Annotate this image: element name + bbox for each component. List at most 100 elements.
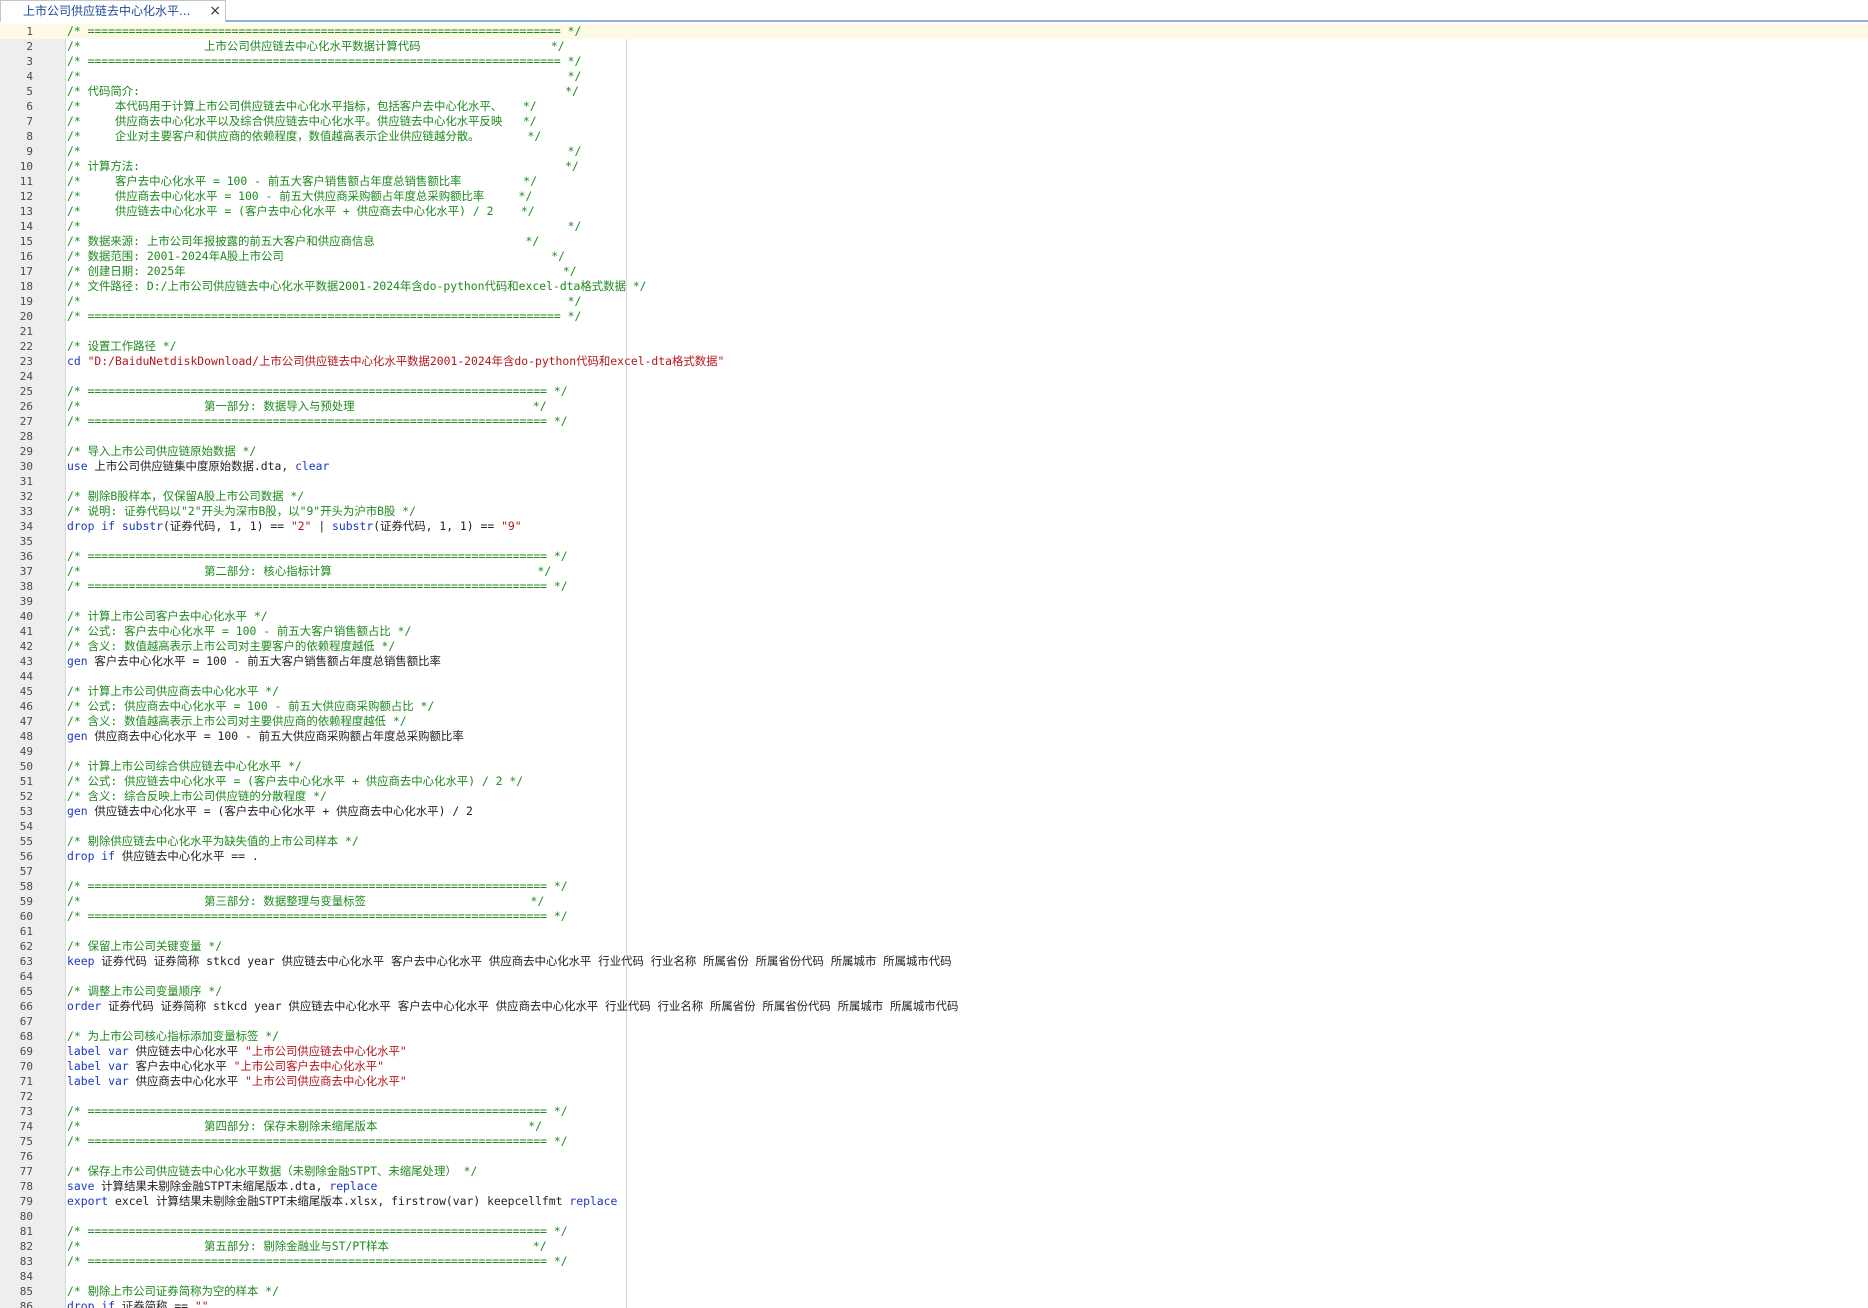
code-line[interactable]: 7 /* 供应商去中心化水平以及综合供应链去中心化水平。供应链去中心化水平反映 *… <box>0 114 1868 129</box>
code-line[interactable]: 44 <box>0 669 1868 684</box>
code-line[interactable]: 72 <box>0 1089 1868 1104</box>
line-code: /* 剔除供应链去中心化水平为缺失值的上市公司样本 */ <box>67 834 359 849</box>
code-line[interactable]: 52 /* 含义: 综合反映上市公司供应链的分散程度 */ <box>0 789 1868 804</box>
code-line[interactable]: 60 /* ===================================… <box>0 909 1868 924</box>
code-line[interactable]: 17 /* 创建日期: 2025年 */ <box>0 264 1868 279</box>
code-token: /* 供应链去中心化水平 = (客户去中心化水平 + 供应商去中心化水平) / … <box>67 204 535 218</box>
code-line[interactable]: 41 /* 公式: 客户去中心化水平 = 100 - 前五大客户销售额占比 */ <box>0 624 1868 639</box>
code-line[interactable]: 36 /* ===================================… <box>0 549 1868 564</box>
code-line[interactable]: 42 /* 含义: 数值越高表示上市公司对主要客户的依赖程度越低 */ <box>0 639 1868 654</box>
code-line[interactable]: 31 <box>0 474 1868 489</box>
code-line[interactable]: 81 /* ===================================… <box>0 1224 1868 1239</box>
code-line[interactable]: 8 /* 企业对主要客户和供应商的依赖程度，数值越高表示企业供应链越分散。 */ <box>0 129 1868 144</box>
code-line[interactable]: 55 /* 剔除供应链去中心化水平为缺失值的上市公司样本 */ <box>0 834 1868 849</box>
code-line[interactable]: 53 gen 供应链去中心化水平 = (客户去中心化水平 + 供应商去中心化水平)… <box>0 804 1868 819</box>
close-icon[interactable]: × <box>209 1 221 21</box>
code-line[interactable]: 19 /* */ <box>0 294 1868 309</box>
code-line[interactable]: 47 /* 含义: 数值越高表示上市公司对主要供应商的依赖程度越低 */ <box>0 714 1868 729</box>
code-line[interactable]: 63 keep 证券代码 证券简称 stkcd year 供应链去中心化水平 客户… <box>0 954 1868 969</box>
code-line[interactable]: 79 export excel 计算结果未剔除金融STPT未缩尾版本.xlsx, … <box>0 1194 1868 1209</box>
code-line[interactable]: 34 drop if substr(证券代码, 1, 1) == "2" | su… <box>0 519 1868 534</box>
code-line[interactable]: 80 <box>0 1209 1868 1224</box>
code-line[interactable]: 69 label var 供应链去中心化水平 "上市公司供应链去中心化水平" <box>0 1044 1868 1059</box>
code-line[interactable]: 68 /* 为上市公司核心指标添加变量标签 */ <box>0 1029 1868 1044</box>
code-line[interactable]: 16 /* 数据范围: 2001-2024年A股上市公司 */ <box>0 249 1868 264</box>
code-line[interactable]: 1 /* ====================================… <box>0 24 1868 39</box>
code-line[interactable]: 71 label var 供应商去中心化水平 "上市公司供应商去中心化水平" <box>0 1074 1868 1089</box>
line-number: 85 <box>19 1285 33 1298</box>
code-line[interactable]: 15 /* 数据来源: 上市公司年报披露的前五大客户和供应商信息 */ <box>0 234 1868 249</box>
code-line[interactable]: 28 <box>0 429 1868 444</box>
code-line[interactable]: 83 /* ===================================… <box>0 1254 1868 1269</box>
code-line[interactable]: 65 /* 调整上市公司变量顺序 */ <box>0 984 1868 999</box>
code-token: /* =====================================… <box>67 414 568 428</box>
code-line[interactable]: 57 <box>0 864 1868 879</box>
code-line[interactable]: 35 <box>0 534 1868 549</box>
code-line[interactable]: 11 /* 客户去中心化水平 = 100 - 前五大客户销售额占年度总销售额比率 … <box>0 174 1868 189</box>
code-line[interactable]: 74 /* 第四部分: 保存未剔除未缩尾版本 */ <box>0 1119 1868 1134</box>
code-line[interactable]: 23 cd "D:/BaiduNetdiskDownload/上市公司供应链去中心… <box>0 354 1868 369</box>
code-line[interactable]: 75 /* ===================================… <box>0 1134 1868 1149</box>
code-line[interactable]: 22 /* 设置工作路径 */ <box>0 339 1868 354</box>
code-line[interactable]: 37 /* 第二部分: 核心指标计算 */ <box>0 564 1868 579</box>
code-line[interactable]: 84 <box>0 1269 1868 1284</box>
code-line[interactable]: 49 <box>0 744 1868 759</box>
code-line[interactable]: 40 /* 计算上市公司客户去中心化水平 */ <box>0 609 1868 624</box>
code-line[interactable]: 26 /* 第一部分: 数据导入与预处理 */ <box>0 399 1868 414</box>
code-editor[interactable]: 1 /* ====================================… <box>0 24 1868 1308</box>
code-line[interactable]: 3 /* ====================================… <box>0 54 1868 69</box>
code-line[interactable]: 66 order 证券代码 证券简称 stkcd year 供应链去中心化水平 客… <box>0 999 1868 1014</box>
code-line[interactable]: 48 gen 供应商去中心化水平 = 100 - 前五大供应商采购额占年度总采购额… <box>0 729 1868 744</box>
line-number: 14 <box>19 220 33 233</box>
code-line[interactable]: 5 /* 代码简介: */ <box>0 84 1868 99</box>
code-line[interactable]: 14 /* */ <box>0 219 1868 234</box>
code-line[interactable]: 73 /* ===================================… <box>0 1104 1868 1119</box>
line-code: /* =====================================… <box>67 54 581 69</box>
line-code: /* */ <box>67 294 581 309</box>
code-line[interactable]: 9 /* */ <box>0 144 1868 159</box>
tab-active-file[interactable]: 上市公司供应链去中心化水平... × <box>0 0 226 22</box>
code-line[interactable]: 61 <box>0 924 1868 939</box>
code-line[interactable]: 59 /* 第三部分: 数据整理与变量标签 */ <box>0 894 1868 909</box>
code-line[interactable]: 4 /* */ <box>0 69 1868 84</box>
code-line[interactable]: 82 /* 第五部分: 剔除金融业与ST/PT样本 */ <box>0 1239 1868 1254</box>
code-token: "上市公司供应商去中心化水平" <box>244 1074 407 1088</box>
code-line[interactable]: 32 /* 剔除B股样本，仅保留A股上市公司数据 */ <box>0 489 1868 504</box>
code-line[interactable]: 86 drop if 证券简称 == "" <box>0 1299 1868 1308</box>
code-line[interactable]: 30 use 上市公司供应链集中度原始数据.dta, clear <box>0 459 1868 474</box>
code-line[interactable]: 58 /* ===================================… <box>0 879 1868 894</box>
code-line[interactable]: 50 /* 计算上市公司综合供应链去中心化水平 */ <box>0 759 1868 774</box>
code-line[interactable]: 24 <box>0 369 1868 384</box>
code-line[interactable]: 10 /* 计算方法: */ <box>0 159 1868 174</box>
code-line[interactable]: 21 <box>0 324 1868 339</box>
code-line[interactable]: 54 <box>0 819 1868 834</box>
code-line[interactable]: 25 /* ===================================… <box>0 384 1868 399</box>
code-line[interactable]: 12 /* 供应商去中心化水平 = 100 - 前五大供应商采购额占年度总采购额比… <box>0 189 1868 204</box>
code-line[interactable]: 27 /* ===================================… <box>0 414 1868 429</box>
code-line[interactable]: 77 /* 保存上市公司供应链去中心化水平数据（未剔除金融STPT、未缩尾处理） … <box>0 1164 1868 1179</box>
code-line[interactable]: 45 /* 计算上市公司供应商去中心化水平 */ <box>0 684 1868 699</box>
code-line[interactable]: 33 /* 说明: 证券代码以"2"开头为深市B股，以"9"开头为沪市B股 */ <box>0 504 1868 519</box>
code-line[interactable]: 38 /* ===================================… <box>0 579 1868 594</box>
code-token: /* =====================================… <box>67 549 568 563</box>
code-line[interactable]: 43 gen 客户去中心化水平 = 100 - 前五大客户销售额占年度总销售额比率 <box>0 654 1868 669</box>
code-line[interactable]: 51 /* 公式: 供应链去中心化水平 = (客户去中心化水平 + 供应商去中心化… <box>0 774 1868 789</box>
code-line[interactable]: 62 /* 保留上市公司关键变量 */ <box>0 939 1868 954</box>
line-number: 24 <box>19 370 33 383</box>
code-line[interactable]: 67 <box>0 1014 1868 1029</box>
code-line[interactable]: 29 /* 导入上市公司供应链原始数据 */ <box>0 444 1868 459</box>
code-line[interactable]: 2 /* 上市公司供应链去中心化水平数据计算代码 */ <box>0 39 1868 54</box>
code-line[interactable]: 46 /* 公式: 供应商去中心化水平 = 100 - 前五大供应商采购额占比 *… <box>0 699 1868 714</box>
code-line[interactable]: 6 /* 本代码用于计算上市公司供应链去中心化水平指标，包括客户去中心化水平、 *… <box>0 99 1868 114</box>
code-line[interactable]: 85 /* 剔除上市公司证券简称为空的样本 */ <box>0 1284 1868 1299</box>
code-line[interactable]: 56 drop if 供应链去中心化水平 == . <box>0 849 1868 864</box>
code-line[interactable]: 70 label var 客户去中心化水平 "上市公司客户去中心化水平" <box>0 1059 1868 1074</box>
line-code: export excel 计算结果未剔除金融STPT未缩尾版本.xlsx, fi… <box>67 1194 617 1209</box>
code-line[interactable]: 39 <box>0 594 1868 609</box>
code-line[interactable]: 64 <box>0 969 1868 984</box>
code-line[interactable]: 20 /* ===================================… <box>0 309 1868 324</box>
code-line[interactable]: 18 /* 文件路径: D:/上市公司供应链去中心化水平数据2001-2024年含… <box>0 279 1868 294</box>
code-line[interactable]: 13 /* 供应链去中心化水平 = (客户去中心化水平 + 供应商去中心化水平) … <box>0 204 1868 219</box>
code-line[interactable]: 78 save 计算结果未剔除金融STPT未缩尾版本.dta, replace <box>0 1179 1868 1194</box>
code-line[interactable]: 76 <box>0 1149 1868 1164</box>
